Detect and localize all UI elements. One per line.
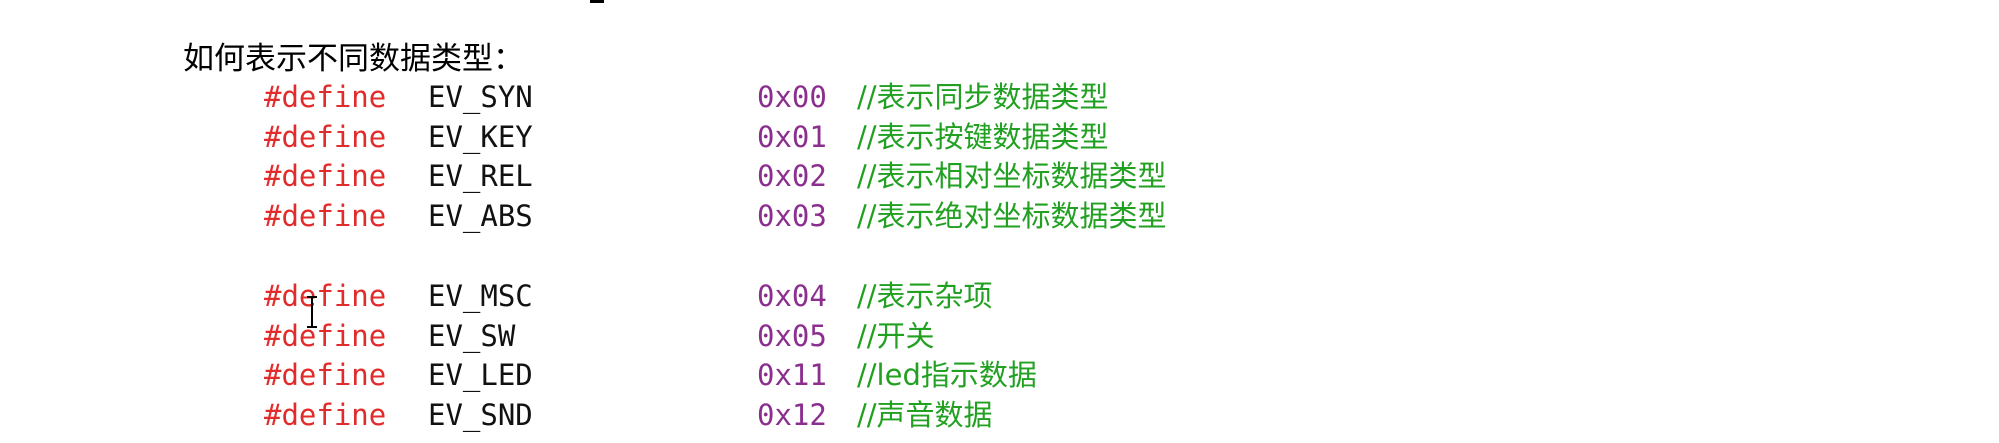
macro-name: EV_SW bbox=[428, 318, 516, 353]
define-keyword: #define bbox=[264, 318, 387, 353]
text-cursor-icon bbox=[307, 296, 317, 328]
macro-comment: //表示同步数据类型 bbox=[857, 80, 1109, 114]
macro-name: EV_SND bbox=[428, 397, 533, 432]
macro-value: 0x03 bbox=[757, 198, 827, 233]
define-keyword: #define bbox=[264, 279, 387, 313]
macro-value: 0x00 bbox=[757, 80, 827, 114]
macro-comment: //led指示数据 bbox=[857, 358, 1037, 392]
macro-value: 0x02 bbox=[757, 159, 827, 193]
code-line-ev-sw: #define EV_SW 0x05 //开关 bbox=[264, 317, 1167, 357]
macro-comment: //表示绝对坐标数据类型 bbox=[857, 198, 1167, 233]
code-line-ev-rel: #define EV_REL 0x02 //表示相对坐标数据类型 bbox=[264, 157, 1167, 197]
macro-name: EV_SYN bbox=[428, 80, 533, 114]
macro-value: 0x01 bbox=[757, 119, 827, 154]
top-underscore-mark bbox=[590, 0, 604, 3]
macro-name: EV_KEY bbox=[428, 119, 533, 154]
code-line-ev-snd: #define EV_SND 0x12 //声音数据 bbox=[264, 396, 1167, 436]
define-keyword: #define bbox=[264, 397, 387, 432]
macro-comment: //表示杂项 bbox=[857, 279, 993, 313]
macro-value: 0x12 bbox=[757, 397, 827, 432]
define-keyword: #define bbox=[264, 119, 387, 154]
document-page: 如何表示不同数据类型： #define EV_SYN 0x00 //表示同步数据… bbox=[0, 0, 1999, 443]
macro-value: 0x11 bbox=[757, 358, 827, 392]
macro-name: EV_ABS bbox=[428, 198, 533, 233]
macro-comment: //表示相对坐标数据类型 bbox=[857, 159, 1167, 193]
macro-value: 0x05 bbox=[757, 318, 827, 353]
section-heading: 如何表示不同数据类型： bbox=[183, 41, 524, 77]
define-keyword: #define bbox=[264, 80, 387, 114]
code-line-ev-msc: #define EV_MSC 0x04 //表示杂项 bbox=[264, 277, 1167, 317]
define-keyword: #define bbox=[264, 159, 387, 193]
code-line-ev-led: #define EV_LED 0x11 //led指示数据 bbox=[264, 356, 1167, 396]
macro-name: EV_REL bbox=[428, 159, 533, 193]
macro-name: EV_MSC bbox=[428, 279, 533, 313]
code-block: #define EV_SYN 0x00 //表示同步数据类型 #define E… bbox=[264, 78, 1167, 435]
define-keyword: #define bbox=[264, 198, 387, 233]
macro-comment: //声音数据 bbox=[857, 397, 993, 432]
macro-comment: //开关 bbox=[857, 318, 935, 353]
define-keyword: #define bbox=[264, 358, 387, 392]
macro-value: 0x04 bbox=[757, 279, 827, 313]
macro-comment: //表示按键数据类型 bbox=[857, 119, 1109, 154]
code-line-ev-abs: #define EV_ABS 0x03 //表示绝对坐标数据类型 bbox=[264, 197, 1167, 237]
code-line-ev-key: #define EV_KEY 0x01 //表示按键数据类型 bbox=[264, 118, 1167, 158]
macro-name: EV_LED bbox=[428, 358, 533, 392]
code-line-ev-syn: #define EV_SYN 0x00 //表示同步数据类型 bbox=[264, 78, 1167, 118]
